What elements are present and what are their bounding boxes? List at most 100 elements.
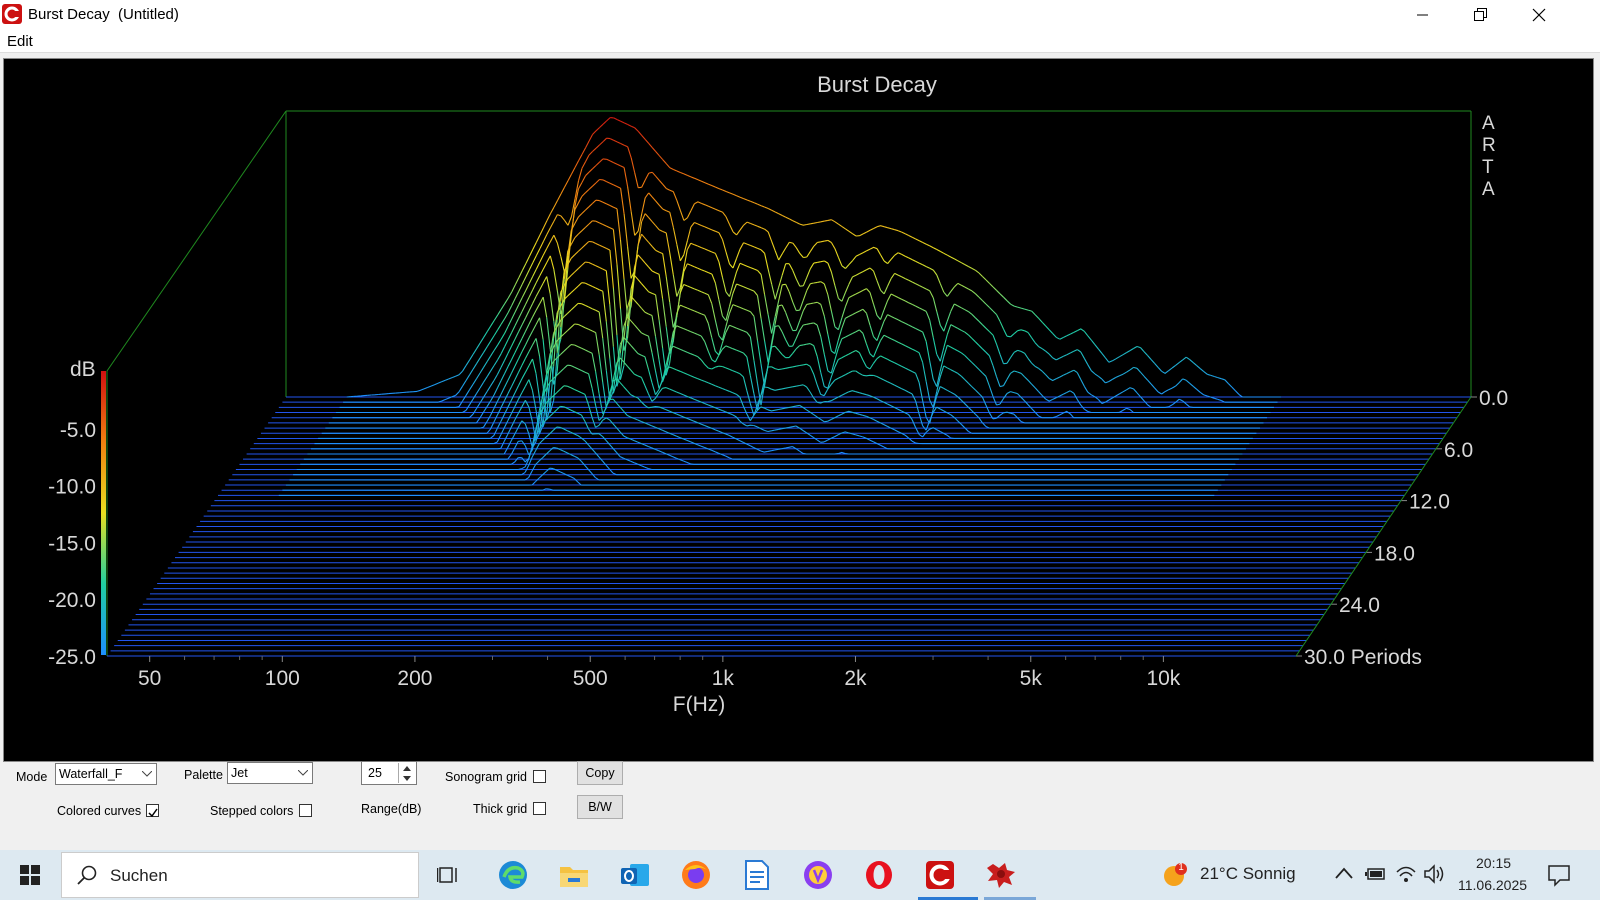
decay-curve-segment: [866, 394, 871, 397]
spin-down-icon[interactable]: [398, 773, 415, 783]
minimize-button[interactable]: [1394, 0, 1452, 30]
decay-curve-segment: [845, 353, 850, 357]
decay-curve-segment: [472, 393, 477, 400]
decay-curve-segment: [514, 385, 519, 394]
thick-grid-checkbox[interactable]: [533, 802, 546, 815]
clock-time[interactable]: 20:15: [1476, 855, 1511, 871]
range-value: 25: [368, 766, 382, 780]
red-bug-app-icon[interactable]: [984, 858, 1018, 892]
weather-icon[interactable]: 1: [1162, 862, 1188, 888]
firefox-icon[interactable]: [679, 858, 713, 892]
task-view-icon[interactable]: [432, 858, 466, 892]
decay-curve-segment: [827, 219, 832, 221]
decay-curve-segment: [862, 269, 867, 273]
decay-curve-segment: [736, 305, 741, 308]
decay-curve-segment: [567, 275, 572, 280]
decay-curve-segment: [1024, 400, 1029, 406]
chevron-up-icon[interactable]: [1335, 867, 1353, 879]
decay-curve-segment: [585, 140, 590, 148]
decay-curve-segment: [753, 202, 758, 205]
copy-button[interactable]: Copy: [577, 761, 623, 785]
taskbar-search[interactable]: Suchen: [61, 852, 419, 898]
edge-icon[interactable]: [496, 858, 530, 892]
clock-date[interactable]: 11.06.2025: [1458, 877, 1527, 893]
decay-curve-segment: [574, 160, 579, 168]
decay-curve-segment: [524, 445, 530, 455]
decay-curve-segment: [623, 386, 628, 392]
decay-curve-segment: [525, 283, 530, 291]
decay-curve-segment: [525, 256, 530, 264]
decay-curve-segment: [644, 385, 649, 395]
palette-select[interactable]: Jet: [227, 762, 313, 784]
decay-curve-segment: [694, 201, 702, 205]
close-button[interactable]: [1510, 0, 1568, 30]
decay-curve-segment: [767, 346, 773, 366]
decay-curve-segment: [880, 254, 885, 262]
decay-curve-segment: [725, 455, 730, 459]
decay-curve-segment: [890, 315, 895, 319]
arta-taskbar-icon[interactable]: [923, 858, 957, 892]
decay-curve-segment: [570, 454, 575, 457]
decay-curve-segment: [802, 384, 807, 388]
decay-curve-segment: [669, 252, 674, 275]
decay-curve-segment: [929, 319, 934, 338]
range-spinner[interactable]: 25: [361, 761, 417, 785]
decay-curve-segment: [1010, 370, 1015, 374]
decay-curve-segment: [908, 257, 913, 261]
decay-curve-segment: [904, 255, 909, 259]
decay-curve-segment: [827, 370, 832, 374]
decay-curve-segment: [532, 324, 537, 332]
decay-curve-segment: [785, 367, 790, 369]
chevron-down-icon: [138, 764, 156, 784]
colored-curves-checkbox[interactable]: [146, 804, 159, 818]
stepped-colors-checkbox[interactable]: [299, 804, 312, 817]
decay-curve-segment: [641, 332, 646, 336]
decay-curve-segment: [518, 310, 523, 319]
document-app-icon[interactable]: [740, 858, 774, 892]
menu-edit[interactable]: Edit: [7, 33, 33, 50]
decay-curve-segment: [1080, 351, 1085, 359]
opera-icon[interactable]: [862, 858, 896, 892]
decay-curve-segment: [894, 229, 899, 232]
decay-curve-segment: [1073, 369, 1078, 374]
decay-curve-segment: [1136, 367, 1141, 373]
file-explorer-icon[interactable]: [557, 858, 591, 892]
decay-curve-segment: [739, 396, 744, 407]
decay-curve-segment: [557, 214, 562, 217]
decay-curve-segment: [701, 291, 706, 294]
decay-curve-segment: [778, 448, 782, 450]
weather-text[interactable]: 21°C Sonnig: [1200, 864, 1296, 884]
outlook-icon[interactable]: [618, 858, 652, 892]
x-axis-ticks: 50 100 200 500 1k 2k 5k 10k: [138, 656, 1181, 690]
notification-icon[interactable]: [1547, 863, 1571, 887]
decay-curve-segment: [570, 323, 575, 328]
decay-curve-segment: [465, 389, 470, 396]
decay-curve-segment: [879, 309, 885, 320]
volume-icon[interactable]: [1423, 864, 1445, 884]
decay-curve-segment: [946, 291, 952, 297]
decay-curve-segment: [1027, 332, 1033, 339]
decay-curve-segment: [897, 386, 902, 390]
decay-curve-segment: [883, 300, 889, 311]
decay-curve-segment: [539, 254, 544, 263]
decay-curve-segment: [887, 293, 892, 301]
decay-curve-segment: [532, 241, 537, 250]
decay-curve-segment: [1038, 391, 1043, 396]
restore-button[interactable]: [1452, 0, 1510, 30]
vpn-app-icon[interactable]: [801, 858, 835, 892]
decay-curve-segment: [672, 434, 677, 437]
sonogram-grid-checkbox[interactable]: [533, 770, 546, 783]
decay-curve-segment: [1059, 412, 1064, 416]
decay-curve-segment: [1189, 406, 1274, 408]
decay-curve-segment: [823, 439, 828, 443]
decay-curve-segment: [514, 441, 519, 449]
decay-curve-segment: [753, 424, 758, 428]
decay-curve-segment: [820, 393, 825, 397]
spin-up-icon[interactable]: [398, 763, 415, 773]
bw-button[interactable]: B/W: [577, 795, 623, 819]
decay-curve-segment: [455, 374, 460, 377]
battery-icon[interactable]: [1365, 866, 1387, 882]
wifi-icon[interactable]: [1395, 864, 1417, 884]
start-button[interactable]: [0, 850, 60, 900]
mode-select[interactable]: Waterfall_F: [55, 763, 157, 785]
